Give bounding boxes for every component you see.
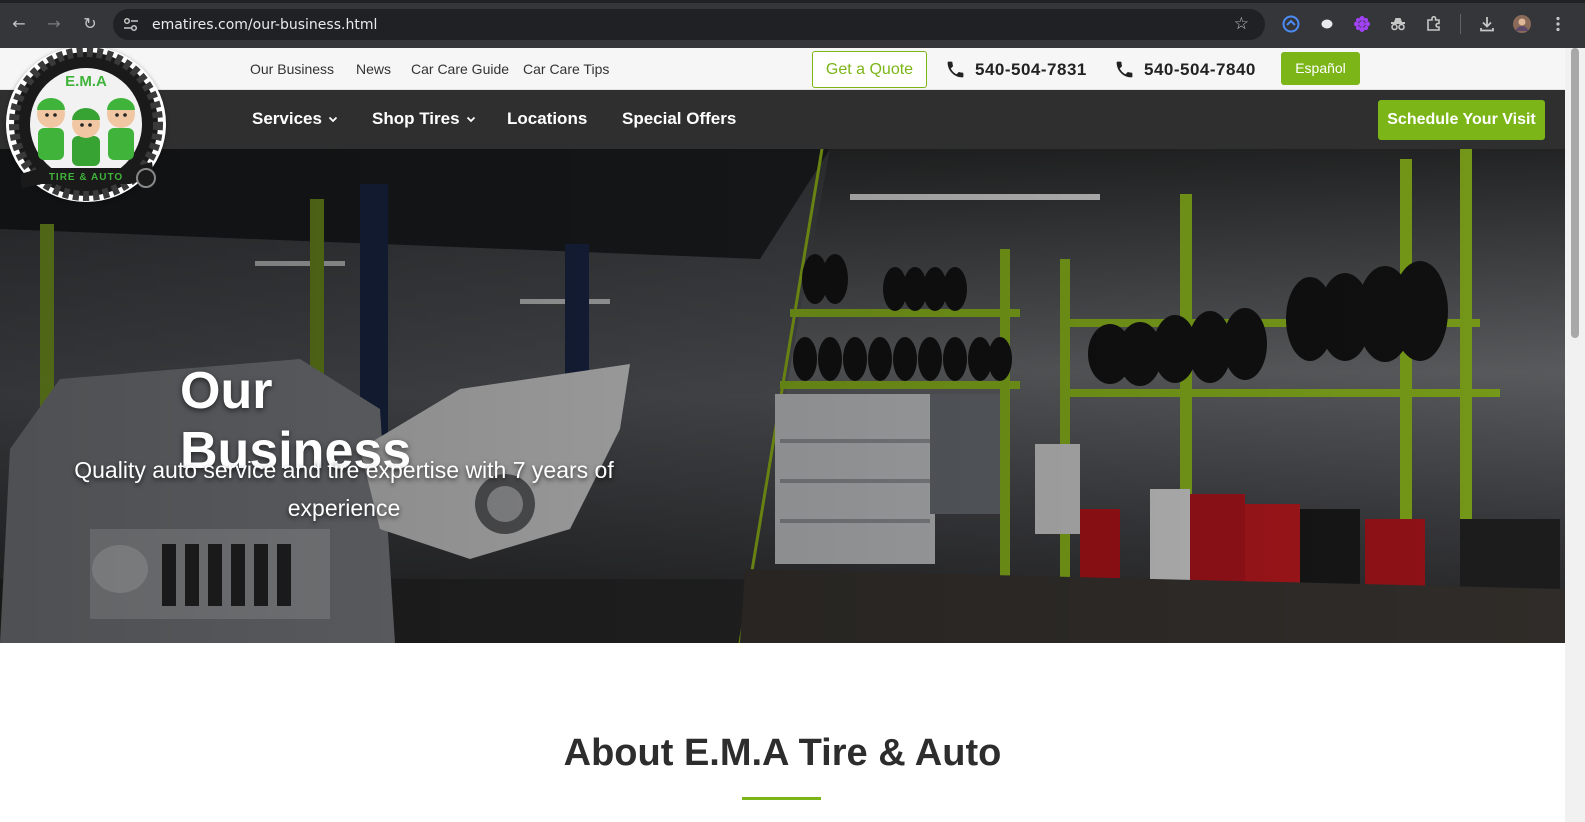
flower-extension-icon[interactable] [1352, 14, 1372, 34]
scrollbar-thumb[interactable] [1571, 48, 1579, 338]
phone-icon [947, 61, 964, 78]
nav-label: Locations [507, 109, 588, 128]
nav-locations[interactable]: Locations [507, 109, 587, 129]
chevron-down-icon [466, 116, 475, 123]
avatar[interactable] [1512, 14, 1532, 34]
link-car-care-guide[interactable]: Car Care Guide [411, 61, 509, 77]
download-icon[interactable] [1477, 14, 1497, 34]
site-logo[interactable]: E.M.A TIRE & AUTO [6, 48, 166, 202]
incognito-extension-icon[interactable] [1388, 14, 1408, 34]
puzzle-icon[interactable] [1424, 14, 1444, 34]
site-info-icon[interactable] [122, 16, 140, 33]
chevron-down-icon [328, 116, 338, 123]
get-a-quote-button[interactable]: Get a Quote [812, 51, 927, 88]
about-heading: About E.M.A Tire & Auto [563, 732, 1002, 774]
heading-underline [742, 797, 821, 800]
phone-number-2: 540-504-7840 [1144, 59, 1256, 79]
tab-strip [0, 0, 1585, 3]
link-news[interactable]: News [356, 61, 391, 77]
nav-special-offers[interactable]: Special Offers [622, 109, 736, 129]
browser-toolbar: ← → ↻ ematires.com/our-business.html ☆ [0, 0, 1585, 48]
address-bar[interactable]: ematires.com/our-business.html ☆ [113, 9, 1265, 40]
back-icon[interactable]: ← [8, 13, 30, 35]
hero-banner: Our Business Quality auto service and ti… [0, 149, 1565, 643]
nav-shop-tires[interactable]: Shop Tires [372, 109, 476, 129]
url-text[interactable]: ematires.com/our-business.html [152, 17, 377, 33]
toolbar-divider [1460, 14, 1461, 34]
link-our-business[interactable]: Our Business [250, 61, 334, 77]
reload-icon[interactable]: ↻ [79, 13, 101, 35]
nav-label: Services [252, 109, 322, 128]
utility-bar: Our Business News Car Care Guide Car Car… [0, 48, 1565, 90]
circle-extension-icon[interactable] [1281, 14, 1301, 34]
bookmark-star-icon[interactable]: ☆ [1234, 14, 1249, 34]
nav-label: Special Offers [622, 109, 737, 128]
logo-top-text: E.M.A [65, 73, 107, 90]
nav-services[interactable]: Services [252, 109, 338, 129]
page-scrollbar[interactable] [1565, 48, 1585, 822]
phone-link-1[interactable]: 540-504-7831 [945, 59, 1087, 80]
forward-icon[interactable]: → [43, 13, 65, 35]
chat-bubble-icon[interactable] [1317, 14, 1337, 34]
phone-icon [1116, 61, 1133, 78]
espanol-button[interactable]: Español [1281, 52, 1360, 85]
link-car-care-tips[interactable]: Car Care Tips [523, 61, 609, 77]
nav-label: Shop Tires [372, 109, 460, 128]
phone-number-1: 540-504-7831 [975, 59, 1087, 79]
phone-link-2[interactable]: 540-504-7840 [1114, 59, 1256, 80]
main-navigation: Services Shop Tires Locations Special Of… [0, 90, 1565, 149]
more-vert-icon[interactable] [1548, 14, 1568, 34]
schedule-your-visit-button[interactable]: Schedule Your Visit [1378, 100, 1545, 140]
website-viewport: Our Business News Car Care Guide Car Car… [0, 48, 1565, 822]
hero-subtitle: Quality auto service and tire expertise … [74, 457, 614, 521]
logo-bottom-text: TIRE & AUTO [49, 172, 123, 183]
